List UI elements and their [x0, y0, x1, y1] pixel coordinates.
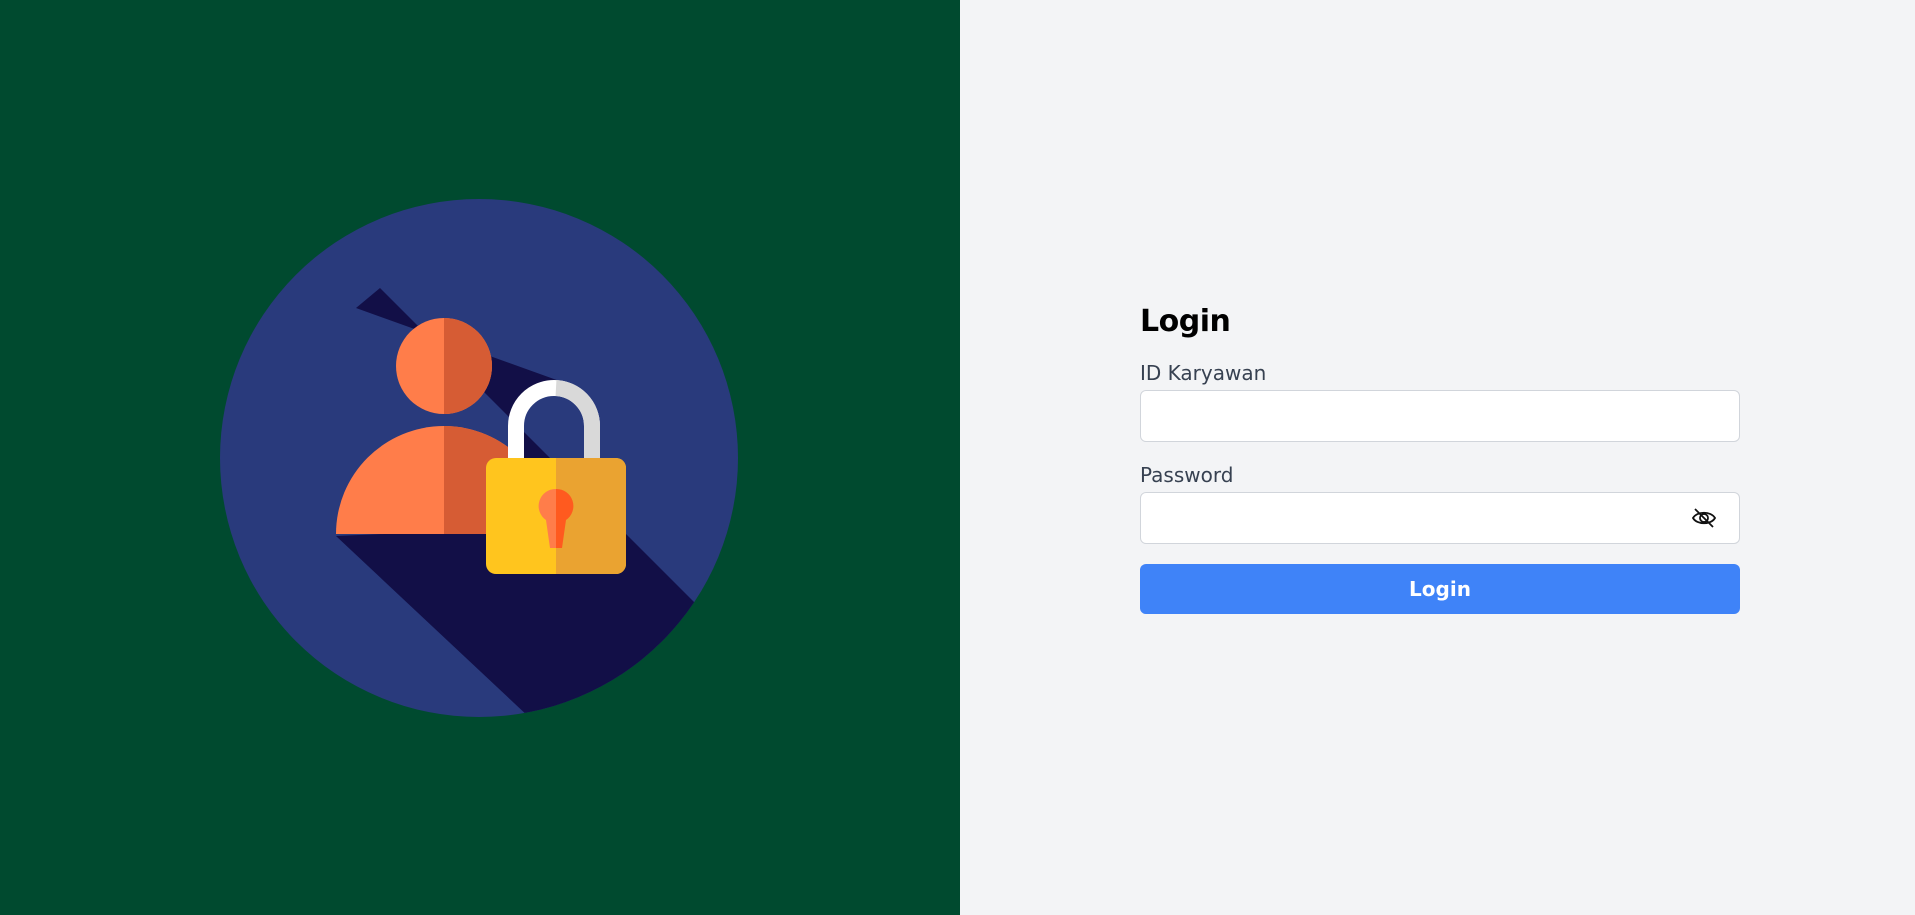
- illustration-panel: [0, 0, 960, 915]
- login-page: Login ID Karyawan Password Login: [0, 0, 1915, 915]
- employee-id-label: ID Karyawan: [1140, 361, 1267, 385]
- password-input[interactable]: [1140, 492, 1740, 544]
- employee-id-input[interactable]: [1140, 390, 1740, 442]
- login-panel: Login ID Karyawan Password Login: [960, 0, 1915, 915]
- employee-id-field-wrap: [1140, 390, 1740, 442]
- login-button[interactable]: Login: [1140, 564, 1740, 614]
- page-title: Login: [1140, 304, 1231, 339]
- password-field-wrap: [1140, 492, 1740, 544]
- password-label: Password: [1140, 463, 1234, 487]
- user-lock-illustration: [220, 199, 738, 717]
- login-form: Login ID Karyawan Password Login: [1140, 298, 1740, 614]
- eye-slash-icon[interactable]: [1690, 505, 1718, 531]
